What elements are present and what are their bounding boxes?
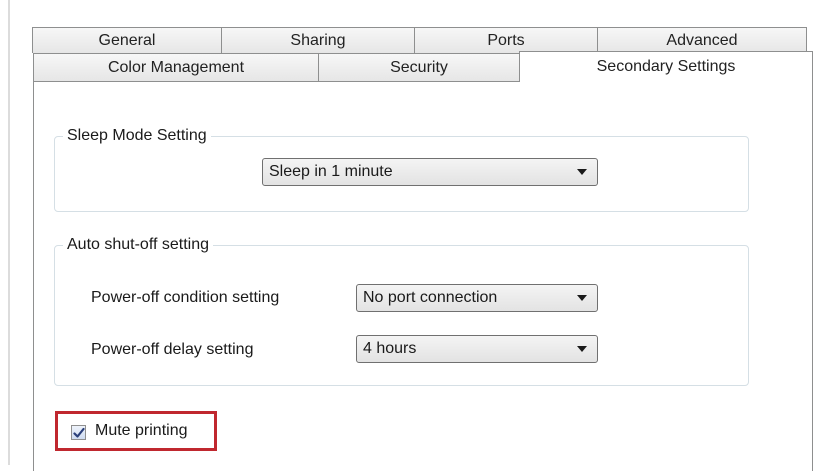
mute-printing-highlight: Mute printing: [55, 411, 217, 451]
power-off-condition-value: No port connection: [363, 289, 498, 306]
power-off-condition-dropdown[interactable]: No port connection: [356, 284, 598, 312]
printer-properties-window: General Sharing Ports Advanced Color Man…: [0, 0, 817, 471]
sleep-mode-dropdown-value: Sleep in 1 minute: [269, 163, 393, 180]
mute-printing-checkbox[interactable]: [71, 425, 86, 440]
checkmark-icon: [72, 427, 85, 438]
tab-color-management[interactable]: Color Management: [33, 53, 319, 81]
tab-secondary-settings[interactable]: Secondary Settings: [519, 51, 813, 82]
sleep-mode-dropdown[interactable]: Sleep in 1 minute: [262, 158, 598, 186]
chevron-down-icon: [577, 169, 587, 175]
power-off-delay-label: Power-off delay setting: [91, 341, 254, 358]
tab-ports[interactable]: Ports: [414, 27, 598, 53]
tab-sharing[interactable]: Sharing: [221, 27, 415, 53]
sleep-mode-group-label: Sleep Mode Setting: [67, 127, 207, 144]
auto-shutoff-group-label: Auto shut-off setting: [67, 236, 210, 253]
chevron-down-icon: [577, 295, 587, 301]
power-off-delay-value: 4 hours: [363, 340, 417, 357]
tab-security[interactable]: Security: [318, 53, 520, 81]
tab-general[interactable]: General: [32, 27, 222, 53]
power-off-delay-dropdown[interactable]: 4 hours: [356, 335, 598, 363]
power-off-condition-label: Power-off condition setting: [91, 289, 280, 306]
chevron-down-icon: [577, 346, 587, 352]
tab-advanced[interactable]: Advanced: [597, 27, 807, 53]
mute-printing-label[interactable]: Mute printing: [95, 422, 188, 440]
window-left-edge: [8, 0, 10, 465]
